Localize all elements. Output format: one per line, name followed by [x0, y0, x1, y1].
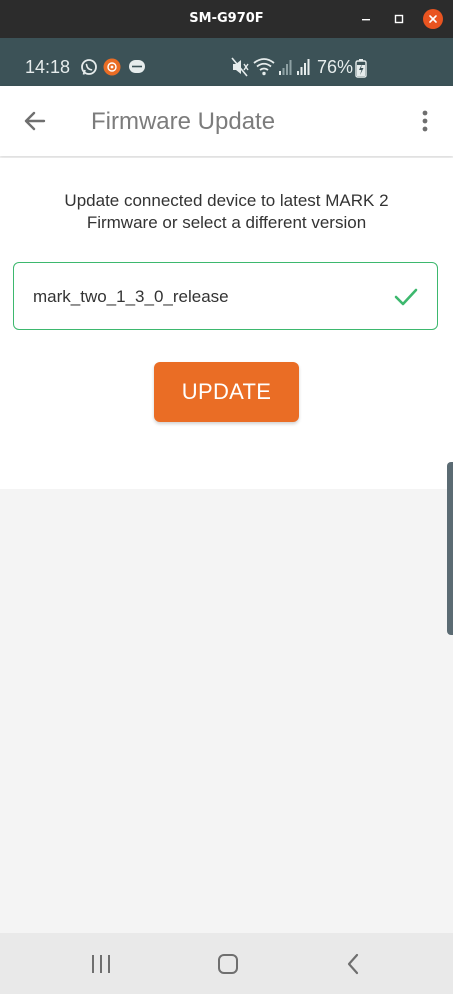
- nav-back-button[interactable]: [345, 953, 361, 975]
- overflow-menu-button[interactable]: [414, 106, 436, 136]
- page-title: Firmware Update: [91, 108, 276, 135]
- selected-version: mark_two_1_3_0_release: [33, 287, 229, 306]
- orange-app-icon: [103, 58, 121, 76]
- firmware-version-selector[interactable]: mark_two_1_3_0_release: [13, 262, 438, 330]
- battery-charging-icon: [355, 59, 367, 78]
- chat-bubble-icon: [129, 60, 145, 73]
- close-icon: [429, 15, 437, 23]
- edge-panel-handle[interactable]: [447, 462, 453, 635]
- window-title-bar: SM-G970F: [0, 0, 453, 38]
- firmware-update-card: Update connected device to latest MARK 2…: [0, 158, 453, 489]
- app-bar: Firmware Update: [0, 86, 453, 156]
- back-icon: [347, 953, 359, 975]
- navigation-bar: [0, 933, 453, 994]
- recents-button[interactable]: [90, 954, 112, 974]
- window-title: SM-G970F: [189, 11, 264, 26]
- back-button[interactable]: [20, 106, 50, 136]
- minimize-icon: [362, 19, 370, 21]
- description-line: Firmware or select a different version: [86, 213, 367, 232]
- arrow-left-icon: [24, 111, 46, 131]
- minimize-button[interactable]: [356, 9, 376, 29]
- home-icon: [218, 954, 238, 974]
- mute-icon: [231, 57, 249, 77]
- system-status-icons: [231, 57, 310, 77]
- check-icon: [394, 288, 418, 306]
- description-line: Update connected device to latest MARK 2: [64, 191, 389, 210]
- update-button[interactable]: UPDATE: [154, 362, 299, 422]
- more-vert-icon: [422, 110, 428, 132]
- update-description: Update connected device to latest MARK 2…: [0, 190, 453, 234]
- wifi-icon: [253, 58, 275, 76]
- notification-icons: [81, 58, 145, 76]
- status-time: 14:18: [25, 57, 71, 77]
- whatsapp-icon: [81, 59, 97, 75]
- signal-icon: [297, 59, 310, 75]
- status-bar: 14:18 76%: [0, 38, 453, 86]
- signal-icon: [279, 60, 292, 75]
- maximize-icon: [394, 14, 404, 24]
- recents-icon: [92, 955, 110, 973]
- maximize-button[interactable]: [389, 9, 409, 29]
- battery-percent: 76%: [317, 57, 354, 77]
- home-button[interactable]: [216, 953, 240, 975]
- close-button[interactable]: [423, 9, 443, 29]
